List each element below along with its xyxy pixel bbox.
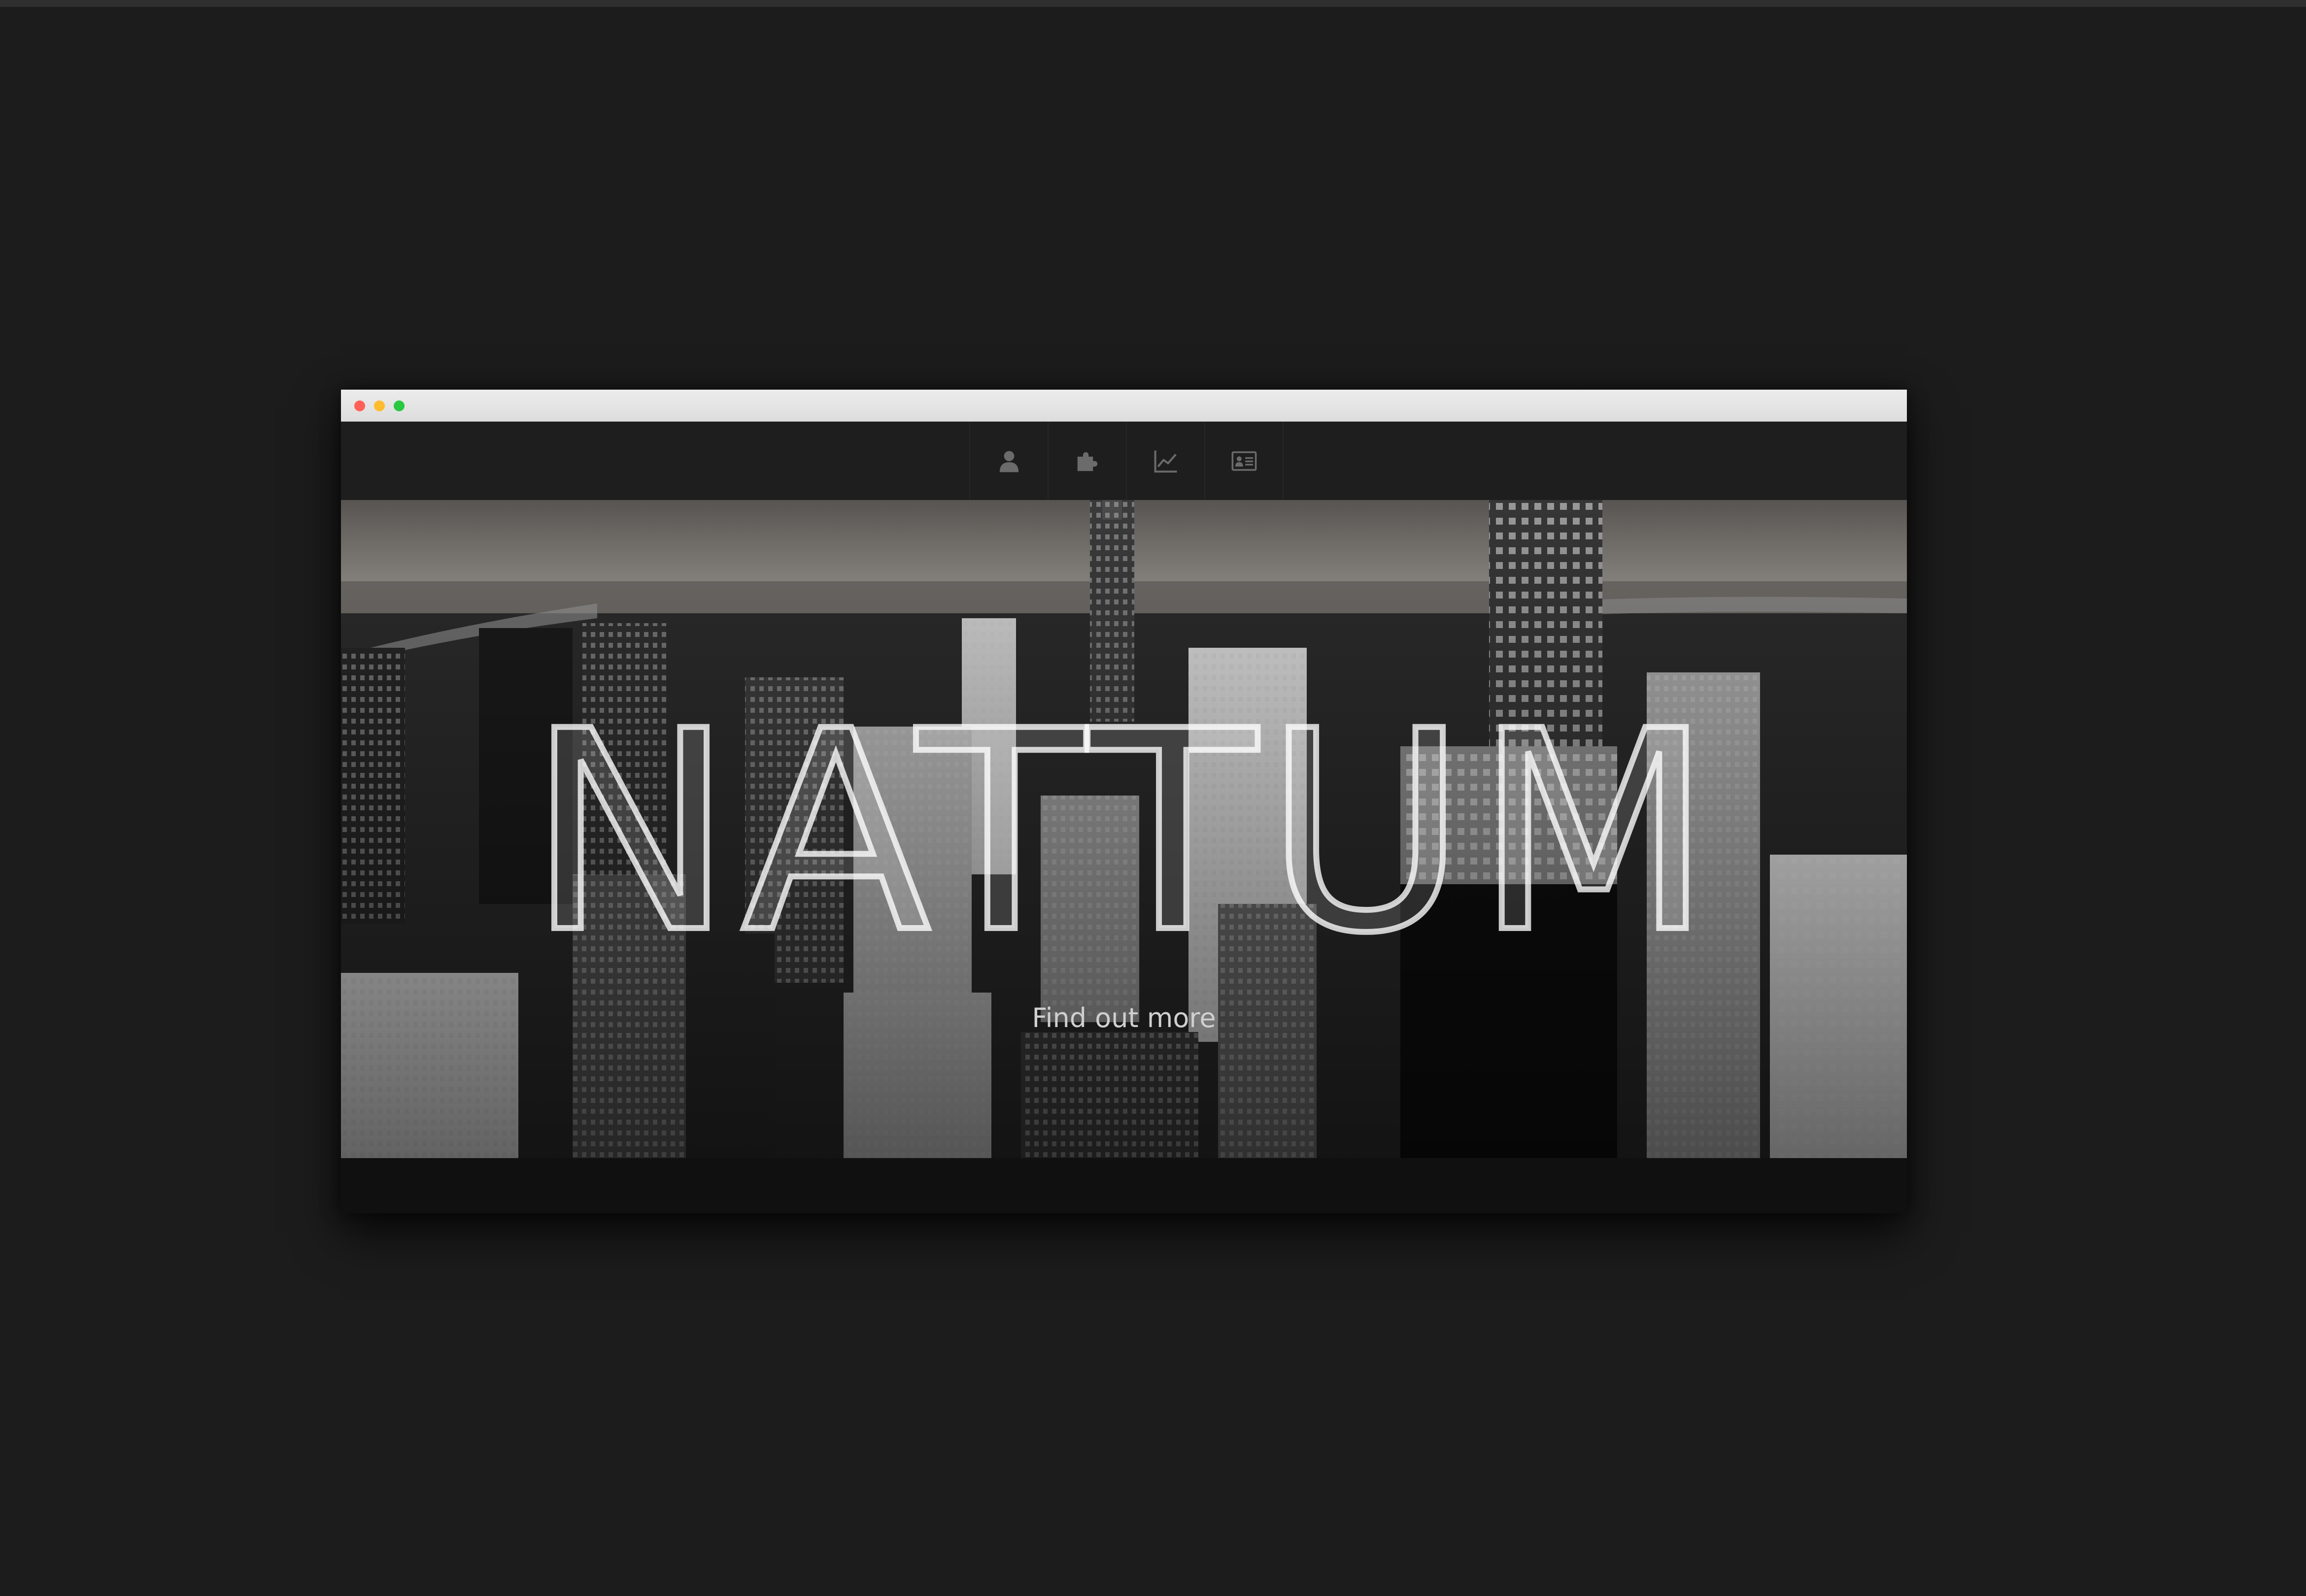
user-icon <box>999 451 1018 472</box>
page-footer-strip <box>341 1158 1907 1213</box>
hero-title: NATTUM <box>524 672 1721 994</box>
navbar <box>341 422 1907 500</box>
nav-item-about[interactable] <box>969 422 1048 500</box>
window-zoom-button[interactable] <box>394 400 405 411</box>
nav-item-contact[interactable] <box>1204 422 1284 500</box>
window-close-button[interactable] <box>354 400 365 411</box>
line-chart-icon <box>1154 450 1177 472</box>
nav-item-services[interactable] <box>1048 422 1126 500</box>
window-titlebar <box>341 390 1907 422</box>
find-out-more-link[interactable]: Find out more <box>341 1002 1907 1033</box>
nav-item-stats[interactable] <box>1126 422 1204 500</box>
puzzle-icon <box>1077 452 1097 471</box>
browser-window: NATTUM Find out more <box>341 390 1907 1213</box>
contact-card-icon <box>1231 451 1256 471</box>
window-minimize-button[interactable] <box>374 400 385 411</box>
nav-icon-group <box>969 422 1284 500</box>
hero-section: NATTUM Find out more <box>341 500 1907 1158</box>
top-strip <box>0 0 2306 7</box>
